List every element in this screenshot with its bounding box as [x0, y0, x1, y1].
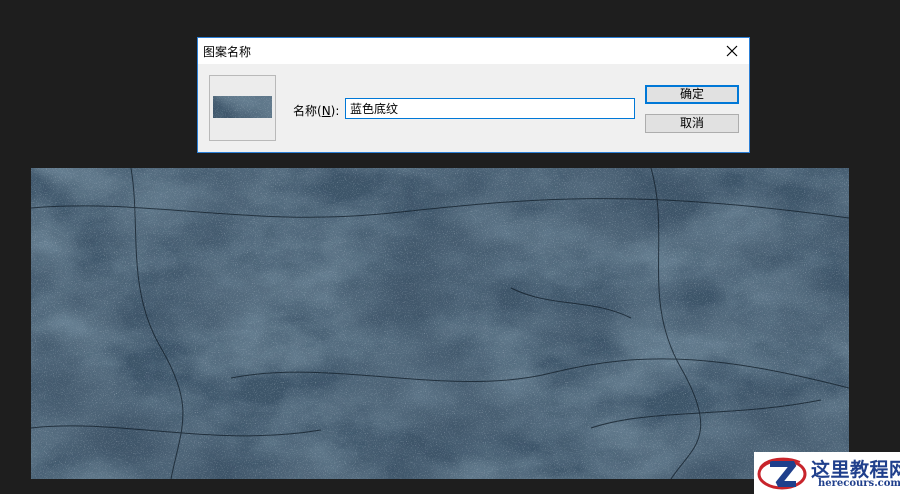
name-label-prefix: 名称( — [293, 104, 322, 118]
cancel-button[interactable]: 取消 — [645, 114, 739, 133]
pattern-name-dialog: 图案名称 名称(N): 确定 取消 — [197, 37, 750, 153]
ok-button[interactable]: 确定 — [645, 85, 739, 104]
pattern-preview — [209, 75, 276, 141]
z-logo-icon — [757, 457, 807, 490]
dialog-titlebar: 图案名称 — [198, 38, 749, 64]
dialog-title: 图案名称 — [203, 45, 252, 59]
pattern-preview-swatch — [213, 96, 272, 118]
name-label-mnemonic: N — [321, 104, 331, 118]
close-button[interactable] — [715, 38, 749, 64]
pattern-name-input[interactable] — [345, 98, 635, 119]
pattern-thumbnail-image — [213, 96, 272, 118]
name-label-suffix: ): — [330, 104, 340, 118]
grunge-texture-image — [31, 168, 849, 479]
close-icon — [726, 45, 738, 57]
watermark: 这里教程网 herecours.com — [754, 452, 900, 494]
name-label: 名称(N): — [293, 102, 339, 119]
pattern-canvas — [31, 168, 849, 479]
watermark-text-en: herecours.com — [818, 478, 900, 489]
